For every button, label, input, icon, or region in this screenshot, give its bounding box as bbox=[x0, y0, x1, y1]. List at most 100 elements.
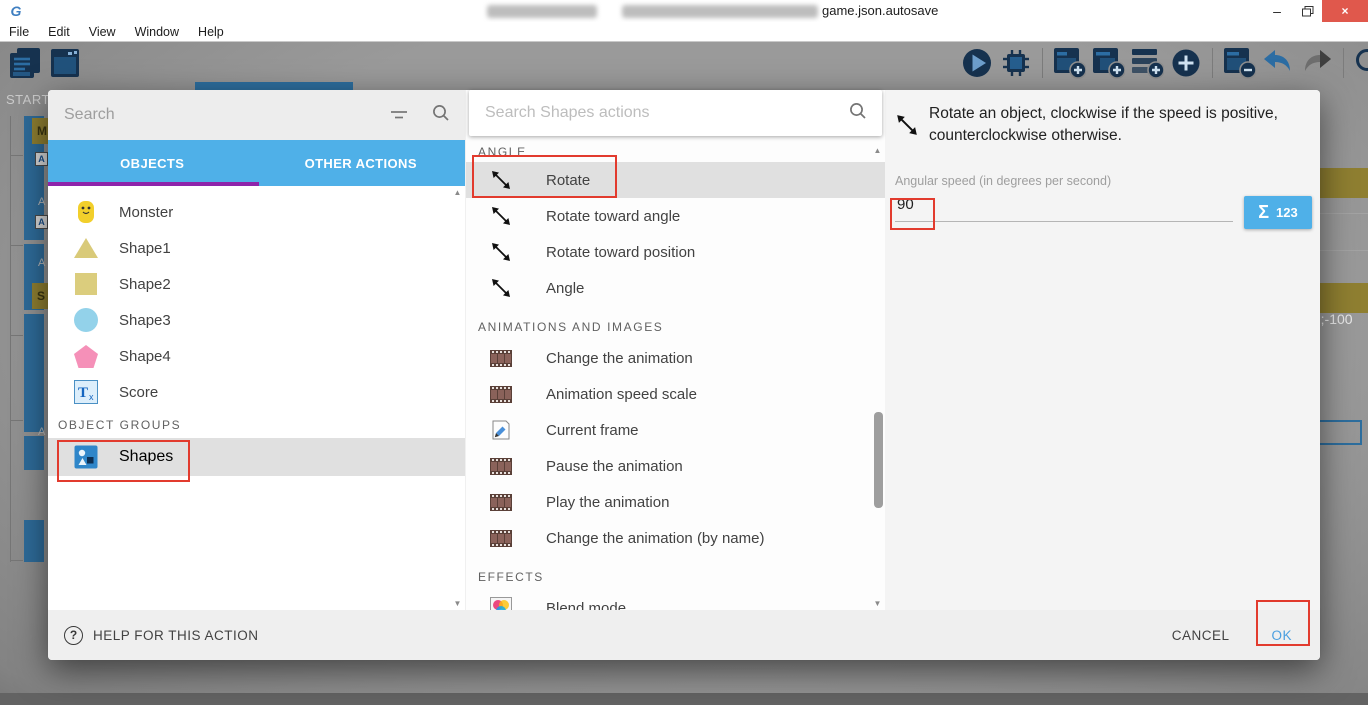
objects-tabs: OBJECTS OTHER ACTIONS bbox=[48, 140, 465, 186]
menu-edit[interactable]: Edit bbox=[48, 25, 70, 39]
action-row-rotate-toward-angle[interactable]: Rotate toward angle bbox=[466, 198, 885, 234]
search-icon[interactable] bbox=[1353, 46, 1368, 80]
tab-objects[interactable]: OBJECTS bbox=[48, 140, 257, 186]
debugger-icon[interactable] bbox=[999, 46, 1033, 80]
redo-icon[interactable] bbox=[1300, 46, 1334, 80]
action-row-pause-the-animation[interactable]: Pause the animation bbox=[466, 448, 885, 484]
action-label: Animation speed scale bbox=[546, 385, 697, 403]
object-row-shape3[interactable]: Shape3 bbox=[48, 302, 465, 338]
toolbar-separator bbox=[1343, 48, 1344, 78]
delete-event-icon[interactable] bbox=[1222, 46, 1256, 80]
action-description: Rotate an object, clockwise if the speed… bbox=[929, 105, 1278, 145]
bottom-status-strip bbox=[0, 693, 1368, 705]
event-text-fragment: A bbox=[38, 257, 46, 269]
actions-panel: ANGLE Rotate Rotate toward angle Rotate tow… bbox=[465, 90, 885, 610]
rotate-icon bbox=[488, 205, 514, 227]
objects-search-bar bbox=[48, 90, 465, 140]
scene-edit-icon[interactable] bbox=[48, 46, 82, 80]
event-code-fragment: );-100 bbox=[1316, 311, 1353, 327]
event-divider bbox=[1320, 250, 1368, 251]
events-tick bbox=[10, 155, 23, 156]
search-icon bbox=[848, 101, 868, 126]
add-event-icon[interactable] bbox=[1052, 46, 1086, 80]
events-tick bbox=[10, 335, 23, 336]
object-row-score[interactable]: Tx Score bbox=[48, 374, 465, 410]
section-header-animations-and-images: ANIMATIONS AND IMAGES bbox=[478, 320, 664, 334]
events-tick bbox=[10, 560, 23, 561]
event-selected-field bbox=[1318, 420, 1362, 445]
close-button[interactable]: × bbox=[1322, 0, 1368, 22]
help-label: HELP FOR THIS ACTION bbox=[93, 627, 259, 643]
menu-file[interactable]: File bbox=[9, 25, 29, 39]
parameter-field bbox=[895, 189, 1233, 222]
angular-speed-input[interactable] bbox=[895, 189, 1233, 221]
preview-play-icon[interactable] bbox=[960, 46, 994, 80]
film-icon bbox=[488, 529, 514, 547]
tab-other-actions[interactable]: OTHER ACTIONS bbox=[257, 140, 466, 186]
add-subevent-icon[interactable] bbox=[1091, 46, 1125, 80]
object-row-shape1[interactable]: Shape1 bbox=[48, 230, 465, 266]
menu-window[interactable]: Window bbox=[135, 25, 179, 39]
menu-view[interactable]: View bbox=[89, 25, 116, 39]
action-label: Blend mode bbox=[546, 599, 627, 611]
event-condition-bar bbox=[24, 314, 44, 432]
actions-scroll-thumb[interactable] bbox=[874, 412, 883, 508]
project-manager-icon[interactable] bbox=[8, 46, 42, 80]
objects-panel: OBJECTSOTHER ACTIONS Monster Shape1 Shape2… bbox=[48, 90, 465, 610]
scene-tab-indicator bbox=[195, 82, 353, 90]
actions-scrollbar[interactable]: ▲ ▼ bbox=[871, 146, 884, 608]
action-label: Rotate bbox=[546, 171, 591, 189]
add-circle-icon[interactable] bbox=[1169, 46, 1203, 80]
filter-icon[interactable] bbox=[389, 108, 409, 122]
group-label: Shapes bbox=[119, 448, 174, 465]
events-tick bbox=[10, 245, 23, 246]
action-row-animation-speed-scale[interactable]: Animation speed scale bbox=[466, 376, 885, 412]
action-row-change-the-animation[interactable]: Change the animation bbox=[466, 340, 885, 376]
film-icon bbox=[488, 349, 514, 367]
menu-bar: File Edit View Window Help bbox=[0, 22, 1368, 42]
object-label: Shape1 bbox=[119, 239, 171, 257]
textobj-icon: Tx bbox=[73, 380, 99, 404]
objects-scrollbar[interactable]: ▲ ▼ bbox=[451, 188, 464, 608]
action-row-play-the-animation[interactable]: Play the animation bbox=[466, 484, 885, 520]
film-icon bbox=[488, 493, 514, 511]
object-row-shape2[interactable]: Shape2 bbox=[48, 266, 465, 302]
restore-button[interactable] bbox=[1294, 0, 1322, 22]
scroll-down-icon[interactable]: ▼ bbox=[874, 599, 882, 608]
dialog-footer: ? HELP FOR THIS ACTION CANCEL OK bbox=[48, 610, 1320, 660]
action-row-angle[interactable]: Angle bbox=[466, 270, 885, 306]
action-row-blend-mode[interactable]: Blend mode bbox=[466, 590, 885, 610]
object-row-shape4[interactable]: Shape4 bbox=[48, 338, 465, 374]
cancel-button[interactable]: CANCEL bbox=[1172, 628, 1230, 643]
help-button[interactable]: ? HELP FOR THIS ACTION bbox=[64, 625, 259, 645]
add-comment-icon[interactable] bbox=[1130, 46, 1164, 80]
actions-search-input[interactable] bbox=[485, 104, 848, 122]
events-margin-line bbox=[10, 116, 11, 562]
action-row-rotate[interactable]: Rotate bbox=[466, 162, 885, 198]
action-row-change-the-animation-by-name-[interactable]: Change the animation (by name) bbox=[466, 520, 885, 556]
ok-button[interactable]: OK bbox=[1271, 628, 1292, 643]
scroll-up-icon[interactable]: ▲ bbox=[454, 188, 462, 197]
gdevelop-logo-icon: G bbox=[10, 3, 22, 19]
scroll-up-icon[interactable]: ▲ bbox=[874, 146, 882, 155]
action-row-current-frame[interactable]: Current frame bbox=[466, 412, 885, 448]
window-title: game.json.autosave bbox=[822, 3, 939, 18]
object-row-monster[interactable]: Monster bbox=[48, 194, 465, 230]
group-row-shapes[interactable]: Shapes bbox=[48, 438, 465, 476]
objects-search-input[interactable] bbox=[64, 106, 389, 124]
menu-help[interactable]: Help bbox=[198, 25, 224, 39]
expression-editor-button[interactable]: Σ 123 bbox=[1244, 196, 1312, 229]
monster-icon bbox=[73, 199, 99, 225]
action-label: Rotate toward angle bbox=[546, 207, 681, 225]
toolbar-separator bbox=[1042, 48, 1043, 78]
scroll-down-icon[interactable]: ▼ bbox=[454, 599, 462, 608]
action-row-rotate-toward-position[interactable]: Rotate toward position bbox=[466, 234, 885, 270]
event-condition-bar bbox=[24, 436, 44, 470]
action-label: Change the animation bbox=[546, 349, 693, 367]
action-icon-fragment: A bbox=[35, 215, 48, 229]
minimize-button[interactable]: – bbox=[1262, 0, 1292, 22]
search-icon bbox=[431, 103, 451, 128]
pentagon-icon bbox=[73, 344, 99, 369]
undo-icon[interactable] bbox=[1261, 46, 1295, 80]
toolbar-right bbox=[960, 46, 1368, 80]
